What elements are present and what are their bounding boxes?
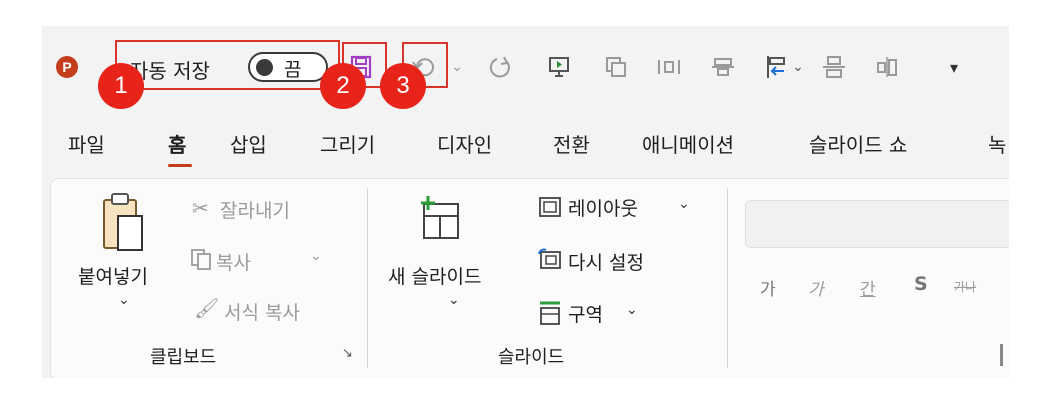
align-dropdown-icon[interactable]: ⌄ bbox=[792, 52, 804, 82]
new-slide-dropdown-icon[interactable]: ⌄ bbox=[448, 292, 460, 308]
group-label-clipboard: 클립보드 bbox=[150, 347, 217, 368]
layout-icon[interactable] bbox=[538, 196, 562, 222]
new-slide-icon[interactable] bbox=[418, 194, 462, 246]
layout-dropdown-icon[interactable]: ⌄ bbox=[678, 196, 690, 212]
italic-button[interactable]: 가 bbox=[808, 275, 824, 300]
callout-badge-1: 1 bbox=[98, 63, 144, 109]
tab-home-underline bbox=[168, 164, 192, 167]
callout-badge-3: 3 bbox=[380, 63, 426, 109]
customize-toolbar-icon[interactable]: ▾ bbox=[945, 52, 963, 82]
font-name-box[interactable] bbox=[745, 200, 1009, 248]
group-objects-icon[interactable] bbox=[821, 52, 847, 82]
section-label[interactable]: 구역 bbox=[568, 300, 603, 327]
tab-home[interactable]: 홈 bbox=[168, 129, 186, 158]
shadow-button[interactable]: S bbox=[914, 273, 928, 295]
align-middle-icon[interactable] bbox=[710, 52, 736, 82]
paste-dropdown-icon[interactable]: ⌄ bbox=[118, 292, 130, 308]
copy-icon[interactable] bbox=[190, 248, 212, 274]
tab-file[interactable]: 파일 bbox=[68, 129, 105, 158]
redo-icon[interactable] bbox=[485, 52, 515, 82]
distribute-horizontal-icon[interactable] bbox=[656, 52, 682, 82]
copy-label[interactable]: 복사 bbox=[216, 248, 251, 275]
powerpoint-logo-icon: P bbox=[56, 56, 78, 78]
duplicate-slide-icon[interactable] bbox=[603, 52, 629, 82]
group-label-slides: 슬라이드 bbox=[498, 347, 565, 368]
layout-label[interactable]: 레이아웃 bbox=[568, 194, 638, 221]
tab-insert[interactable]: 삽입 bbox=[230, 129, 267, 158]
bold-button[interactable]: 가 bbox=[760, 275, 776, 300]
align-left-icon[interactable] bbox=[764, 52, 790, 82]
paste-label[interactable]: 붙여넣기 bbox=[78, 262, 148, 289]
start-slideshow-icon[interactable] bbox=[546, 52, 572, 82]
new-slide-label[interactable]: 새 슬라이드 bbox=[388, 262, 481, 289]
reset-slide-label[interactable]: 다시 설정 bbox=[568, 248, 644, 275]
highlight-box-autosave bbox=[115, 40, 340, 90]
tab-design[interactable]: 디자인 bbox=[437, 129, 492, 158]
copy-dropdown-icon[interactable]: ⌄ bbox=[310, 248, 322, 264]
reset-slide-icon[interactable] bbox=[538, 248, 562, 274]
section-dropdown-icon[interactable]: ⌄ bbox=[626, 302, 638, 318]
distribute-vertical-icon[interactable] bbox=[874, 52, 900, 82]
underline-button[interactable]: 간 bbox=[860, 275, 876, 300]
callout-badge-2: 2 bbox=[320, 63, 366, 109]
tab-transitions[interactable]: 전환 bbox=[553, 129, 590, 158]
strikethrough-button[interactable]: 가나 bbox=[954, 278, 976, 295]
undo-dropdown-icon[interactable]: ⌄ bbox=[450, 52, 464, 82]
section-icon[interactable] bbox=[538, 300, 562, 330]
tab-animations[interactable]: 애니메이션 bbox=[642, 129, 734, 158]
powerpoint-window: P 자동 저장 끔 ⌄ ⌄ ▾ 1 2 3 파일 홈 삽입 그리기 디자인 전환… bbox=[42, 26, 1009, 378]
tab-record[interactable]: 녹 bbox=[988, 129, 1006, 158]
group-separator bbox=[727, 188, 728, 368]
tab-slideshow[interactable]: 슬라이드 쇼 bbox=[809, 129, 907, 158]
format-painter-icon[interactable]: 🖌 bbox=[194, 296, 219, 320]
cut-label[interactable]: 잘라내기 bbox=[220, 196, 290, 223]
clipboard-launcher-icon[interactable]: ↘ bbox=[342, 346, 353, 361]
cut-icon[interactable]: ✂ bbox=[192, 196, 209, 220]
tab-draw[interactable]: 그리기 bbox=[320, 129, 375, 158]
group-separator bbox=[367, 188, 368, 368]
format-painter-label[interactable]: 서식 복사 bbox=[224, 298, 300, 325]
font-group-label-fragment bbox=[1000, 344, 1003, 366]
paste-icon[interactable] bbox=[100, 192, 146, 258]
